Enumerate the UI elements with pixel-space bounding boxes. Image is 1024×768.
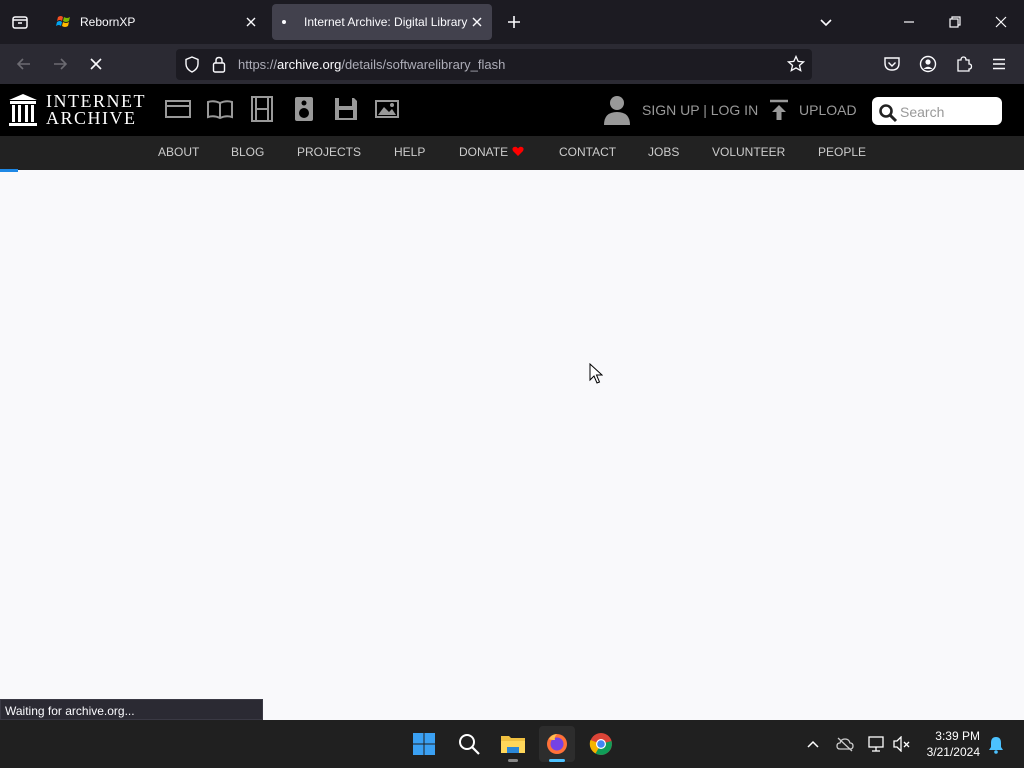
bookmark-star-icon[interactable]	[787, 55, 805, 73]
arrow-right-icon	[54, 58, 68, 70]
taskbar-chrome[interactable]	[583, 726, 619, 762]
url-host: archive.org	[277, 57, 342, 72]
close-icon	[995, 16, 1007, 28]
new-tab-button[interactable]	[500, 8, 528, 36]
firefox-active-indicator	[549, 759, 565, 762]
network-icon[interactable]	[867, 735, 887, 753]
upload-arrow-icon[interactable]	[768, 99, 790, 121]
tracking-protection-shield-icon[interactable]	[184, 56, 200, 73]
tab-internet-archive[interactable]: Internet Archive: Digital Library	[272, 4, 492, 40]
taskbar-search-button[interactable]	[451, 726, 487, 762]
tab-rebornxp[interactable]: RebornXP	[48, 4, 266, 40]
plus-icon	[508, 16, 520, 28]
web-wayback-icon[interactable]	[164, 95, 192, 123]
loading-dot-icon	[282, 20, 286, 24]
nav-volunteer[interactable]: VOLUNTEER	[712, 145, 785, 159]
hamburger-menu-icon[interactable]	[991, 56, 1007, 72]
close-window-button[interactable]	[987, 8, 1015, 36]
start-button[interactable]	[406, 726, 442, 762]
software-floppy-icon[interactable]	[332, 95, 360, 123]
search-icon	[459, 734, 480, 755]
extensions-puzzle-icon[interactable]	[955, 55, 973, 73]
audio-speaker-icon[interactable]	[290, 95, 318, 123]
search-icon	[879, 104, 898, 123]
ia-top-header	[0, 84, 1024, 136]
account-icon[interactable]	[919, 55, 937, 73]
windows-xp-favicon-icon	[56, 16, 70, 27]
onedrive-offline-icon[interactable]	[836, 736, 854, 752]
page-load-progress-bar	[0, 169, 18, 172]
chrome-icon	[589, 733, 612, 755]
tab-title: RebornXP	[80, 15, 136, 29]
list-all-tabs-button[interactable]	[812, 8, 840, 36]
minimize-icon	[904, 21, 914, 23]
windows-start-icon	[413, 733, 435, 755]
taskbar-clock-date[interactable]: 3/21/2024	[900, 745, 980, 759]
pocket-icon[interactable]	[883, 56, 901, 72]
status-panel: Waiting for archive.org...	[0, 699, 263, 720]
tab-overview-button[interactable]	[6, 8, 34, 36]
lock-icon[interactable]	[212, 56, 226, 73]
restore-icon	[949, 16, 961, 28]
nav-jobs[interactable]: JOBS	[648, 145, 679, 159]
heart-icon	[512, 146, 524, 156]
restore-button[interactable]	[941, 8, 969, 36]
close-tab-icon[interactable]	[468, 13, 486, 31]
user-avatar-icon[interactable]	[603, 94, 631, 126]
tab-title: Internet Archive: Digital Library	[304, 15, 468, 29]
url-text[interactable]: https://archive.org/details/softwarelibr…	[238, 57, 505, 72]
taskbar-firefox[interactable]	[539, 726, 575, 762]
video-film-icon[interactable]	[248, 95, 276, 123]
back-button[interactable]	[10, 50, 38, 78]
sign-up-log-in-link[interactable]: SIGN UP | LOG IN	[642, 102, 758, 118]
folder-icon	[501, 736, 525, 753]
mouse-cursor-icon	[589, 363, 603, 384]
images-picture-icon[interactable]	[374, 95, 402, 123]
notification-bell-icon[interactable]	[988, 736, 1004, 754]
stop-icon	[90, 58, 102, 70]
nav-donate-label: DONATE	[459, 145, 509, 159]
nav-donate[interactable]: DONATE	[459, 145, 524, 159]
taskbar-file-explorer[interactable]	[495, 726, 531, 762]
nav-about[interactable]: ABOUT	[158, 145, 199, 159]
show-hidden-icons-chevron-up-icon[interactable]	[805, 736, 821, 752]
nav-blog[interactable]: BLOG	[231, 145, 264, 159]
tab-list-icon	[12, 16, 28, 29]
nav-people[interactable]: PEOPLE	[818, 145, 866, 159]
ia-wordmark-line2: ARCHIVE	[46, 108, 137, 128]
minimize-button[interactable]	[895, 8, 923, 36]
arrow-left-icon	[16, 58, 30, 70]
ia-logo[interactable]	[8, 93, 38, 132]
nav-contact[interactable]: CONTACT	[559, 145, 616, 159]
ia-wordmark[interactable]: INTERNET ARCHIVE	[46, 92, 146, 128]
texts-book-icon[interactable]	[206, 95, 234, 123]
file-explorer-running-indicator	[508, 759, 518, 762]
page-content-area	[0, 170, 1024, 720]
firefox-icon	[547, 734, 567, 754]
nav-help[interactable]: HELP	[394, 145, 425, 159]
upload-link[interactable]: UPLOAD	[799, 102, 857, 118]
search-placeholder[interactable]: Search	[900, 104, 944, 120]
archive-building-icon	[9, 94, 37, 126]
url-scheme: https://	[238, 57, 278, 72]
forward-button[interactable]	[46, 50, 74, 78]
stop-loading-button[interactable]	[82, 50, 110, 78]
close-tab-icon[interactable]	[242, 13, 260, 31]
chevron-down-icon	[820, 19, 832, 27]
taskbar-clock-time[interactable]: 3:39 PM	[920, 729, 980, 743]
url-path: /details/softwarelibrary_flash	[341, 57, 506, 72]
nav-projects[interactable]: PROJECTS	[297, 145, 361, 159]
